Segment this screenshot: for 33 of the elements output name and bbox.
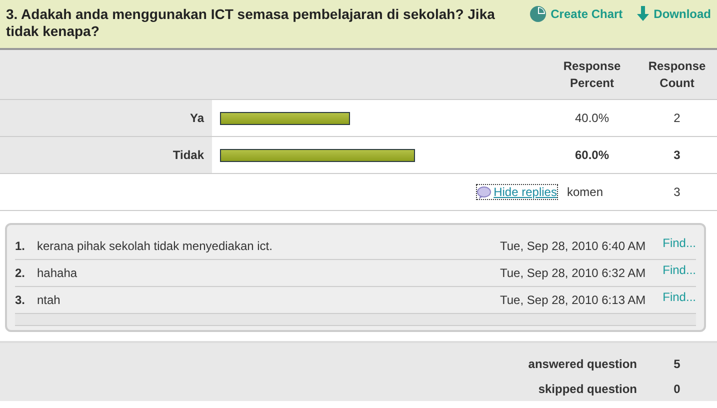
count-cell: 3	[674, 148, 680, 162]
reply-text: ntah	[37, 293, 62, 307]
down-arrow-icon	[636, 6, 649, 22]
question-title: 3. Adakah anda menggunakan ICT semasa pembelajaran di sekolah? Jika tidak kenapa?	[6, 6, 496, 41]
column-header: Response Count	[647, 58, 707, 92]
find-link[interactable]: Find...	[650, 260, 696, 277]
summary-label: answered question	[528, 356, 637, 370]
reply-date: Tue, Sep 28, 2010 6:13 AM	[500, 293, 647, 307]
summary-value: 0	[672, 382, 682, 396]
hide-replies-link[interactable]: Hide replies	[476, 185, 557, 199]
percent-cell: 60.0%	[574, 148, 610, 162]
replies-label: komen	[566, 185, 603, 199]
percent-cell: 40.0%	[574, 111, 610, 125]
reply-number: 2.	[15, 266, 26, 280]
reply-number: 3.	[15, 293, 26, 307]
row-label: Tidak	[0, 137, 212, 173]
count-cell: 3	[674, 185, 680, 199]
reply-number: 1.	[15, 239, 26, 253]
reply-date: Tue, Sep 28, 2010 6:40 AM	[500, 239, 647, 253]
summary-value: 5	[672, 356, 682, 370]
download-link[interactable]: Download	[636, 6, 711, 22]
reply-text: hahaha	[37, 266, 78, 280]
pie-chart-icon	[530, 6, 546, 22]
summary-label: skipped question	[538, 382, 637, 396]
column-header: Response Percent	[562, 58, 622, 92]
count-cell: 2	[674, 111, 680, 125]
reply-date: Tue, Sep 28, 2010 6:32 AM	[500, 266, 647, 280]
find-link[interactable]: Find...	[650, 233, 696, 250]
create-chart-link[interactable]: Create Chart	[530, 6, 623, 22]
find-link[interactable]: Find...	[650, 287, 696, 304]
reply-text: kerana pihak sekolah tidak menyediakan ict.	[37, 239, 274, 253]
speech-bubble-icon	[476, 186, 491, 198]
row-label: Ya	[0, 100, 212, 136]
